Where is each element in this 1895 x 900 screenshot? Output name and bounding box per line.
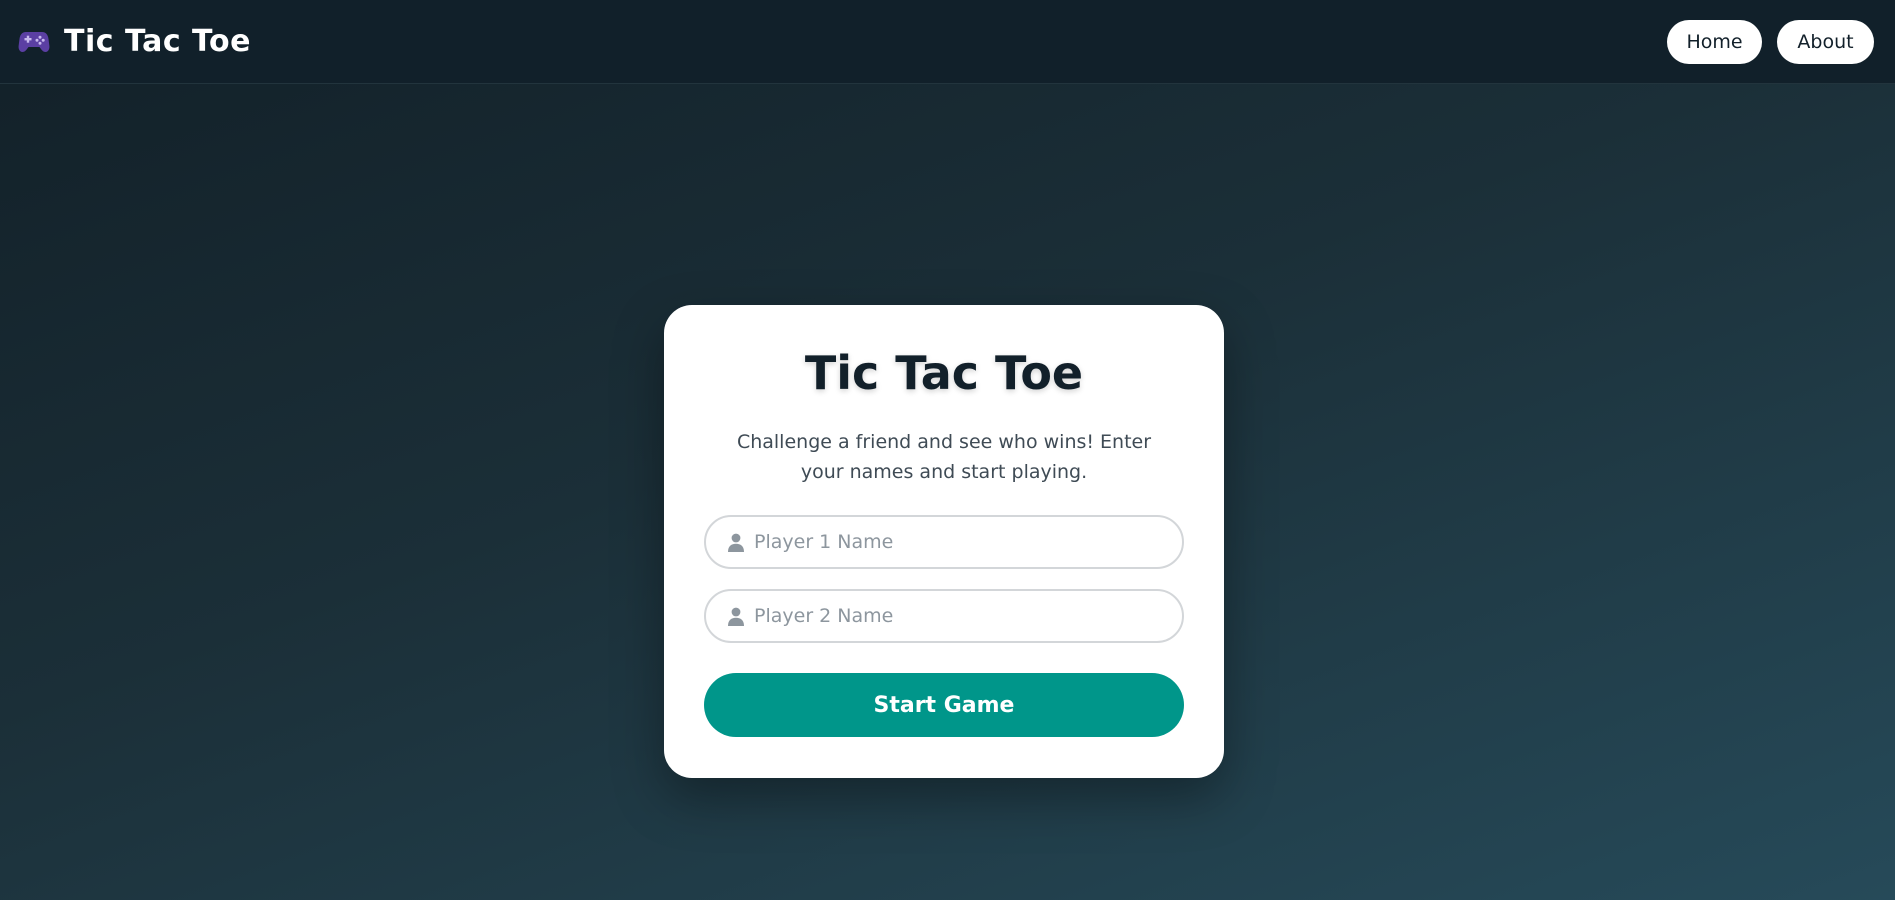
gamepad-icon bbox=[18, 32, 50, 52]
start-game-button[interactable]: Start Game bbox=[704, 673, 1184, 737]
about-button[interactable]: About bbox=[1777, 20, 1874, 64]
brand[interactable]: Tic Tac Toe bbox=[18, 24, 251, 60]
start-game-card: Tic Tac Toe Challenge a friend and see w… bbox=[664, 305, 1224, 778]
brand-title: Tic Tac Toe bbox=[64, 24, 251, 59]
home-button[interactable]: Home bbox=[1667, 20, 1762, 64]
nav-links: Home About bbox=[1667, 20, 1874, 64]
top-navigation-bar: Tic Tac Toe Home About bbox=[0, 0, 1895, 84]
player-1-field[interactable] bbox=[704, 515, 1184, 569]
player-1-name-input[interactable] bbox=[754, 517, 1174, 567]
player-2-field[interactable] bbox=[704, 589, 1184, 643]
user-icon bbox=[728, 533, 744, 552]
card-title: Tic Tac Toe bbox=[804, 346, 1084, 400]
player-2-name-input[interactable] bbox=[754, 591, 1174, 641]
card-description: Challenge a friend and see who wins! Ent… bbox=[736, 431, 1152, 483]
user-icon bbox=[728, 607, 744, 626]
